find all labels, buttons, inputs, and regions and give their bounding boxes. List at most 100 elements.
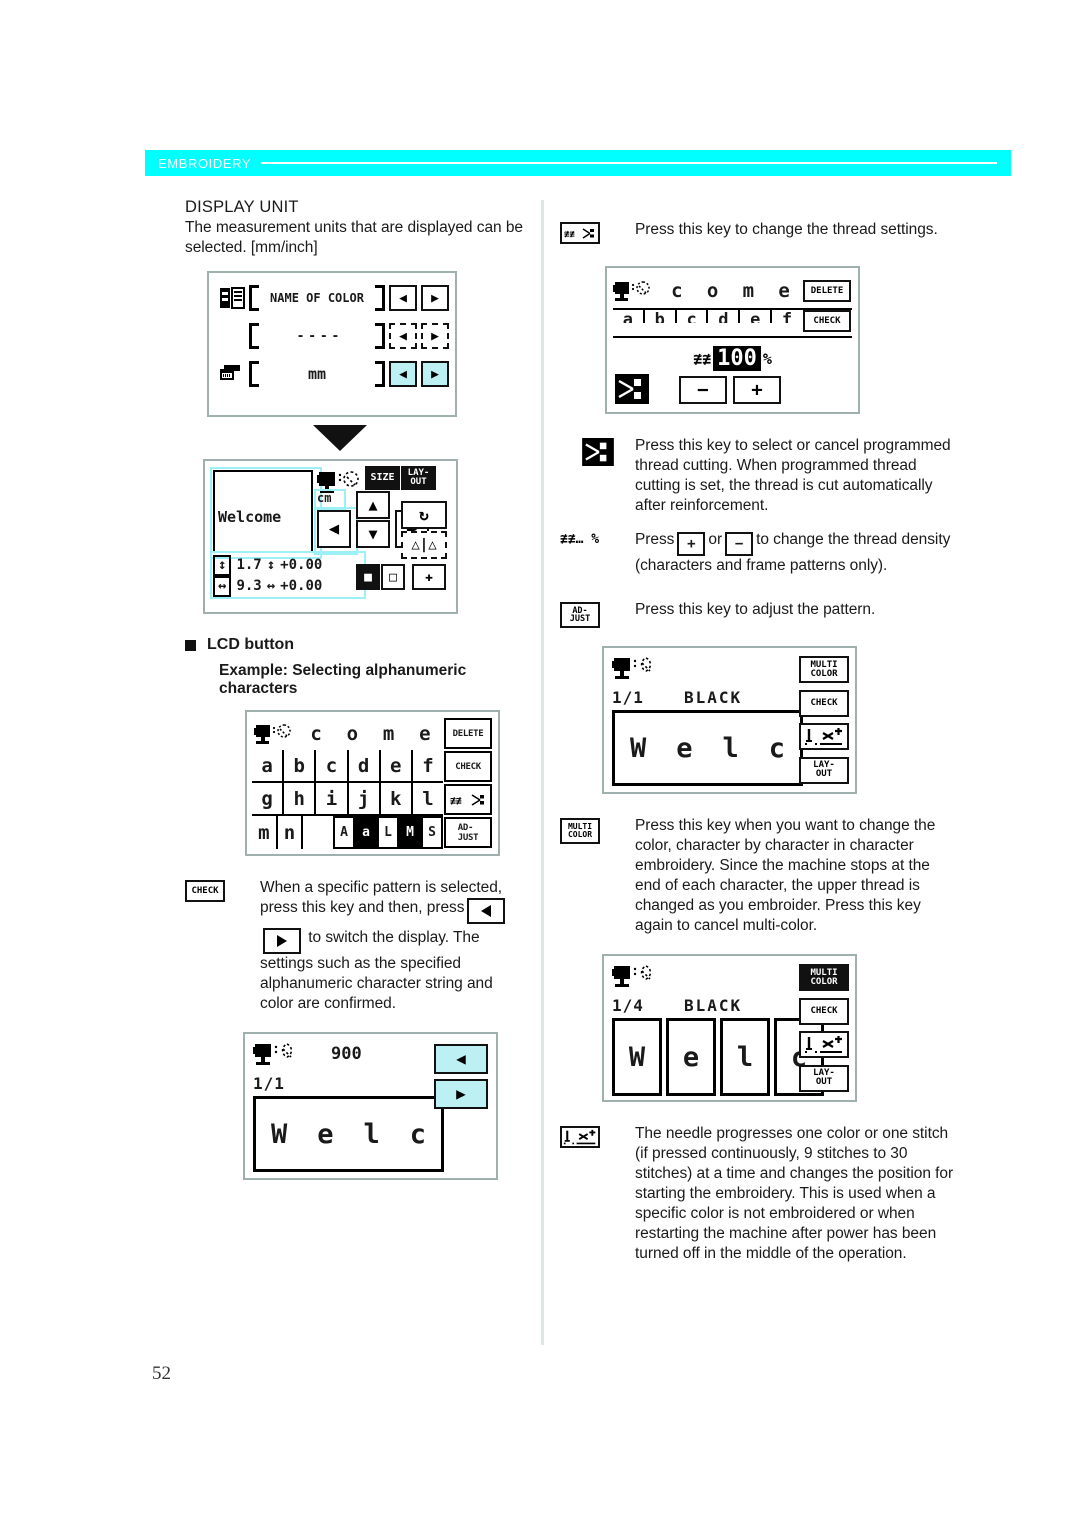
size-large-button[interactable]: L [377,816,400,849]
char-box-1[interactable]: e [666,1018,716,1096]
char-key-j[interactable]: j [348,783,381,816]
layout-button[interactable]: LAY- OUT [799,756,849,784]
thread-panel-top: c o m e DELETE a b c d e f CHECK [613,274,852,338]
keyboard-row-2: g h i j k l ≇≇ [252,783,493,816]
lcd-panel-thread-density[interactable]: c o m e DELETE a b c d e f CHECK ≇≇ 100 … [605,266,860,414]
char-key-n[interactable]: n [278,816,304,849]
thread-preview-char-2: m [742,280,755,302]
char-key-m[interactable]: m [252,816,278,849]
thread-density-button[interactable]: ≇≇ [444,784,493,815]
density-note-gutter: ≇≇… % [560,530,635,547]
arrow-right-button-disabled: ▶ [421,323,449,349]
char-key-b[interactable]: b [284,750,317,783]
thread-density-key-icon[interactable]: ≇≇ [560,222,600,244]
thread-cut-key-icon[interactable] [581,438,614,471]
char-box-0[interactable]: W [612,1018,662,1096]
display-unit-row-unit: mm ◀ ▶ [215,355,449,393]
lcd-panel-welcome-layout[interactable]: Welcome cm ◀ ▲ ▼ ▶ SIZE [203,459,458,614]
size-small-button[interactable]: S [421,816,444,849]
display-unit-intro: The measurement units that are displayed… [185,219,523,256]
minus-inline-icon[interactable]: − [725,532,754,556]
lcd-panel-black-multi[interactable]: 1/4 BLACK W e l c MULTI COLOR CHECK LAY- [602,954,857,1102]
example-heading: Example: Selecting alphanumeric characte… [219,662,467,697]
char-key-i[interactable]: i [316,783,349,816]
needle-progress-key-icon[interactable] [560,1126,600,1148]
thread-cut-icon[interactable] [615,374,649,409]
multi-color-button-active[interactable]: MULTI COLOR [799,964,849,991]
char-key-g[interactable]: g [252,783,285,816]
header-rule [261,162,997,164]
align-right-button[interactable]: □ [381,564,405,590]
density-minus-button[interactable]: − [679,376,727,404]
thread-settings-note-row: ≇≇ Press this key to change the thread s… [560,220,955,244]
adjust-key-icon[interactable]: AD- JUST [560,602,600,628]
display-char-1: e [676,732,693,764]
section-header-label: EMBROIDERY [158,155,252,171]
arrow-left-inline-icon[interactable] [467,898,506,924]
needle-progress-button[interactable] [799,1031,849,1059]
display-unit-arrows-color: ◀ ▶ [389,285,449,311]
delete-button[interactable]: DELETE [444,718,492,749]
multicolor-note-gutter: MULTI COLOR [560,816,635,844]
adjust-note-text-wrap: Press this key to adjust the pattern. [635,600,955,620]
case-upper-button[interactable]: A [333,816,356,849]
trial-position-button[interactable]: ✚ [412,564,446,590]
partial-char-d[interactable]: d [708,310,741,323]
size-medium-button[interactable]: M [399,816,422,849]
lcd-panel-display-unit[interactable]: NAME OF COLOR ◀ ▶ - - - - ◀ ▶ mm ◀ ▶ [207,271,457,417]
char-key-h[interactable]: h [284,783,317,816]
rotate-button[interactable]: ↻ [401,501,447,529]
move-down-button[interactable]: ▼ [356,520,390,548]
check-button[interactable]: CHECK [799,689,849,717]
next-page-button[interactable]: ▶ [434,1079,488,1109]
arrow-right-inline-icon[interactable] [263,928,301,954]
partial-char-e[interactable]: e [740,310,773,323]
move-left-button[interactable]: ◀ [317,510,351,548]
char-key-a[interactable]: a [252,750,285,783]
char-key-d[interactable]: d [348,750,381,783]
arrow-left-button-selected[interactable]: ◀ [389,361,417,387]
arrow-left-button[interactable]: ◀ [389,285,417,311]
layout-button[interactable]: LAY- OUT [401,466,436,490]
partial-char-f[interactable]: f [772,310,802,323]
move-up-button[interactable]: ▲ [356,491,390,519]
display-unit-value-unit: mm [249,361,385,387]
layout-button[interactable]: LAY- OUT [799,1064,849,1092]
lcd-panel-character-keyboard[interactable]: c o m e DELETE a b c d e f CHECK g h i j… [245,710,500,856]
char-key-e[interactable]: e [380,750,413,783]
lcd-button-heading: LCD button [185,636,525,654]
check-key-icon[interactable]: CHECK [185,880,225,902]
needle-progress-button[interactable] [799,723,849,751]
density-unit: % [762,349,772,368]
case-lower-button[interactable]: a [355,816,378,849]
check-button[interactable]: CHECK [802,310,851,332]
align-left-button[interactable]: ■ [356,564,380,590]
multi-color-key-icon[interactable]: MULTI COLOR [560,818,600,844]
display-unit-arrows-unit: ◀ ▶ [389,361,449,387]
arrow-right-button[interactable]: ▶ [421,285,449,311]
lcd-panel-black-single[interactable]: 1/1 BLACK W e l c MULTI COLOR CHECK LAY- [602,646,857,794]
adjust-button[interactable]: AD- JUST [444,817,493,848]
delete-button[interactable]: DELETE [803,280,851,302]
char-key-f[interactable]: f [412,750,444,783]
multi-color-button[interactable]: MULTI COLOR [799,656,849,683]
size-button[interactable]: SIZE [365,466,400,490]
char-key-c[interactable]: c [316,750,349,783]
prev-page-button[interactable]: ◀ [434,1044,488,1074]
partial-char-b[interactable]: b [645,310,677,323]
keyboard-row-3: m n A a L M S AD- JUST [252,816,493,849]
plus-inline-icon[interactable]: + [677,532,706,556]
partial-char-a[interactable]: a [613,310,645,323]
panel-900-arrows: ◀ ▶ [434,1044,488,1109]
density-plus-button[interactable]: + [733,376,781,404]
char-box-2[interactable]: l [720,1018,770,1096]
char-key-k[interactable]: k [380,783,413,816]
check-button[interactable]: CHECK [799,997,849,1025]
preview-highlight [210,467,322,559]
thread-settings-text: Press this key to change the thread sett… [635,221,938,238]
lcd-panel-pattern-900[interactable]: 900 1/1 W e l c ◀ ▶ [243,1032,498,1180]
partial-char-c[interactable]: c [677,310,709,323]
check-button[interactable]: CHECK [444,751,493,782]
arrow-right-button-selected[interactable]: ▶ [421,361,449,387]
char-key-l[interactable]: l [412,783,444,816]
